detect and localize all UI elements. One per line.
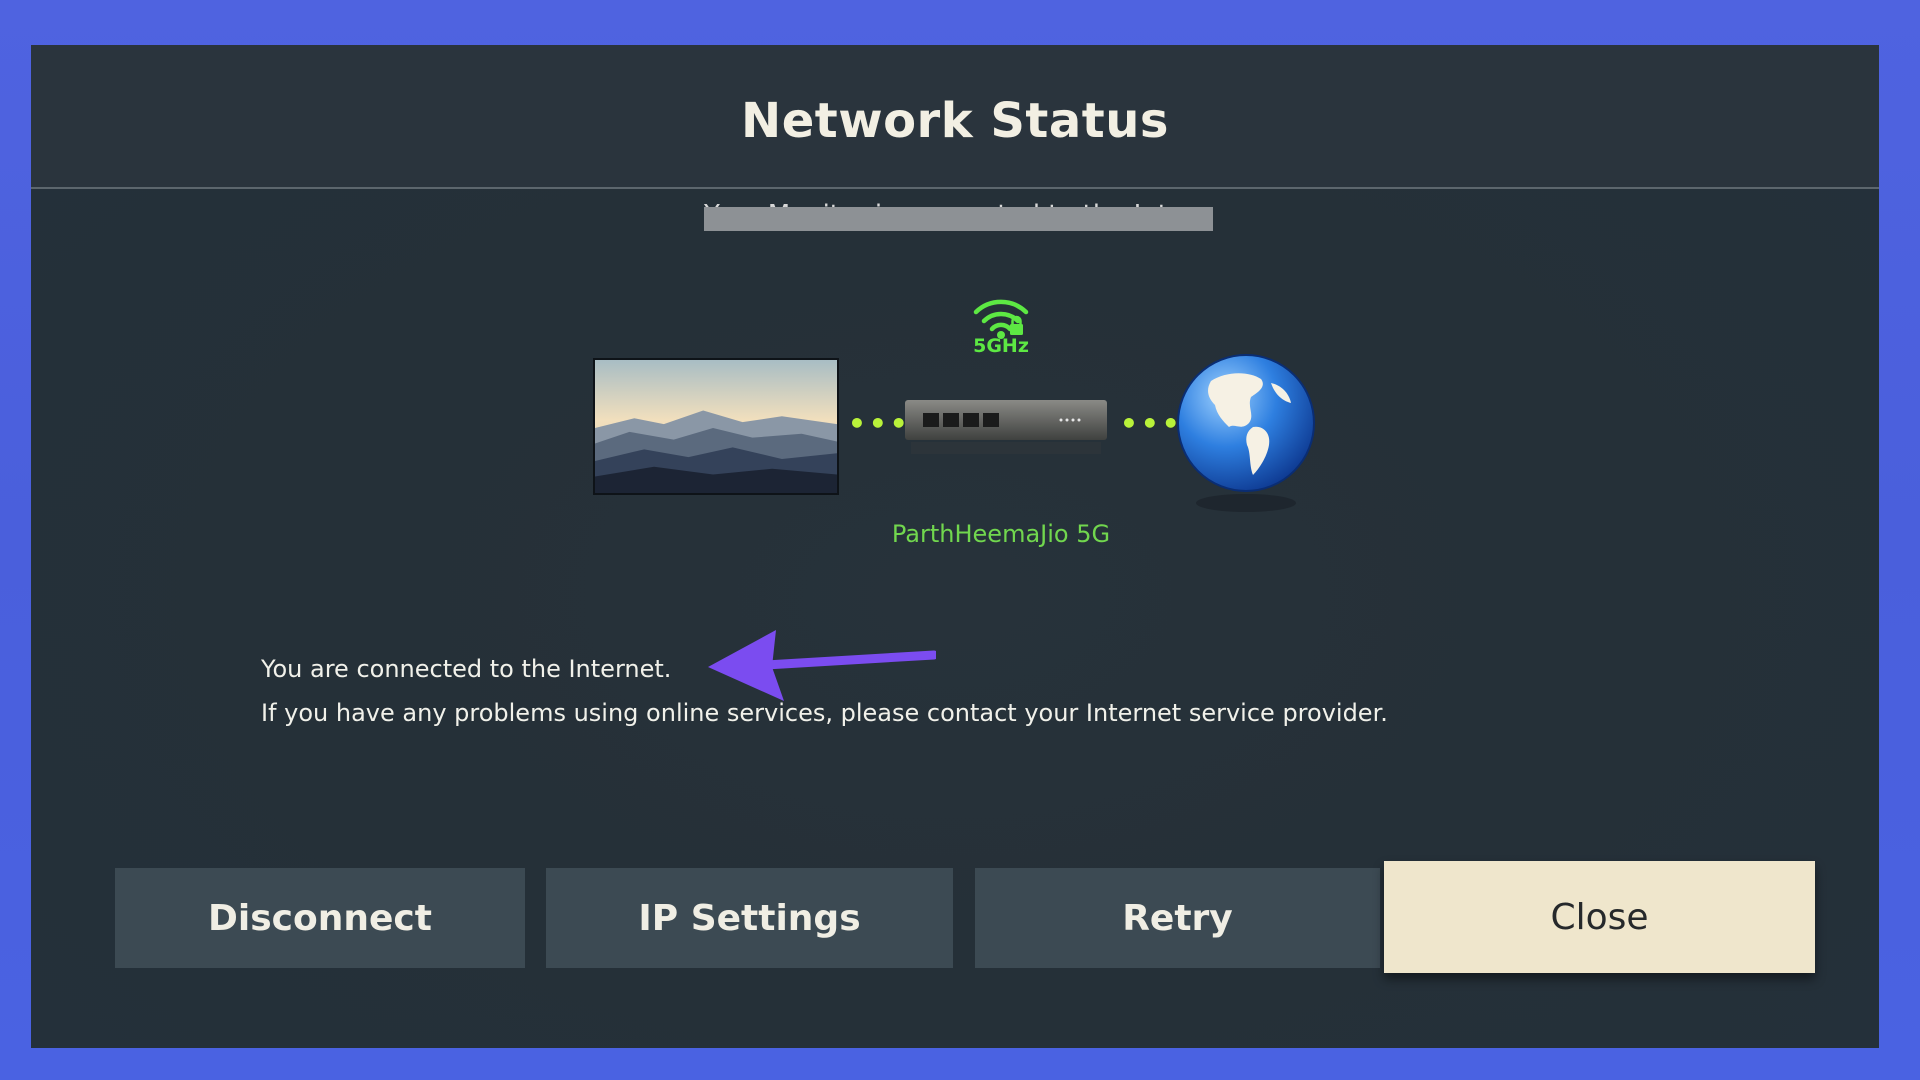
ip-settings-button[interactable]: IP Settings <box>546 868 953 968</box>
router-icon <box>905 400 1107 454</box>
tv-icon <box>593 358 839 495</box>
connected-message: You are connected to the Internet. <box>261 655 672 683</box>
redaction-bar <box>704 207 1213 231</box>
disconnect-button[interactable]: Disconnect <box>115 868 525 968</box>
retry-button[interactable]: Retry <box>975 868 1380 968</box>
title-bar: Network Status <box>31 45 1879 189</box>
close-button[interactable]: Close <box>1384 861 1815 973</box>
annotation-arrow-icon <box>708 630 936 701</box>
dialog-title: Network Status <box>741 93 1169 149</box>
wifi-band-label: 5GHz <box>973 335 1029 357</box>
network-name: ParthHeemaJio 5G <box>891 520 1111 548</box>
globe-icon <box>1177 354 1315 512</box>
network-status-dialog: Network Status Your Monitor is connected… <box>31 45 1879 1048</box>
connection-dots-left: ••• <box>848 407 911 440</box>
